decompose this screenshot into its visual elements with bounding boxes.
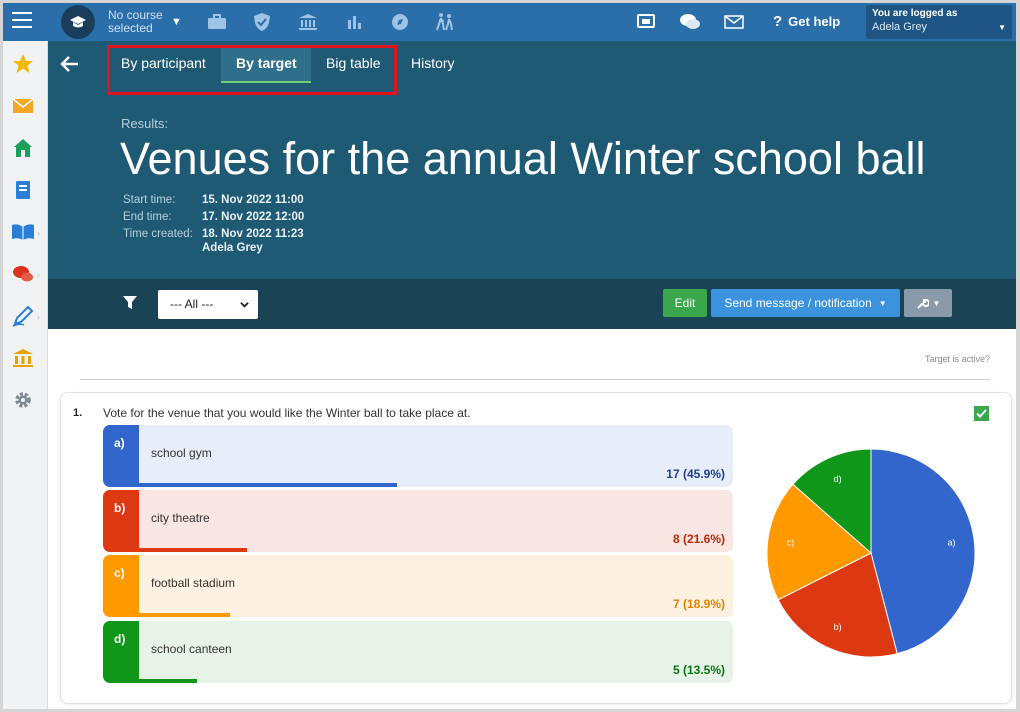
pie-slice-label: c) [787, 538, 795, 548]
edit-button[interactable]: Edit [663, 289, 707, 317]
start-time-value: 15. Nov 2022 11:00 [202, 194, 304, 206]
tools-button[interactable]: ▼ [904, 289, 952, 317]
chevron-down-icon: ▼ [998, 23, 1006, 32]
graduation-cap-icon[interactable] [61, 5, 95, 39]
school-building-icon[interactable] [11, 346, 35, 370]
answer-progress-bar [139, 613, 230, 617]
question-number: 1. [73, 407, 83, 419]
back-arrow-icon[interactable] [60, 55, 80, 78]
filter-select-value: --- All --- [170, 297, 214, 311]
discussion-icon[interactable] [11, 262, 35, 286]
chevron-right-icon: › [37, 312, 40, 322]
answer-letter-block [103, 490, 139, 552]
answer-row: c) football stadium 7 (18.9%) [103, 555, 733, 617]
target-active-label: Target is active? [924, 354, 990, 364]
tab-history[interactable]: History [411, 55, 455, 71]
answer-label: school canteen [151, 642, 232, 656]
chevron-down-icon[interactable]: ▼ [171, 16, 182, 28]
answer-row: b) city theatre 8 (21.6%) [103, 490, 733, 552]
course-selector-line2: selected [108, 21, 153, 35]
answer-label: football stadium [151, 576, 236, 590]
time-created-label: Time created: [123, 228, 193, 240]
pie-slice-label: a) [947, 538, 955, 548]
course-selector[interactable]: No course selected [108, 9, 163, 35]
answer-result: 8 (21.6%) [672, 532, 725, 546]
filter-icon[interactable] [122, 295, 138, 315]
compass-icon[interactable] [389, 11, 411, 33]
answer-result: 17 (45.9%) [666, 467, 725, 481]
pen-icon[interactable] [11, 304, 35, 328]
page-title: Venues for the annual Winter school ball [120, 133, 926, 184]
answer-row: a) school gym 17 (45.9%) [103, 425, 733, 487]
shield-icon[interactable] [251, 11, 273, 33]
pie-slice-label: d) [834, 474, 842, 484]
chevron-down-icon: ▼ [932, 298, 941, 308]
answer-letter: b) [114, 501, 126, 515]
chevron-right-icon: › [37, 228, 40, 238]
answer-row: d) school canteen 5 (13.5%) [103, 621, 733, 683]
results-label: Results: [121, 116, 168, 131]
results-content: Target is active? 1. Vote for the venue … [48, 329, 1016, 709]
answer-letter-block [103, 425, 139, 487]
answer-progress-bar [139, 548, 247, 552]
institution-icon[interactable] [297, 11, 319, 33]
answer-result: 7 (18.9%) [672, 597, 725, 611]
user-menu[interactable]: You are logged as Adela Grey ▼ [866, 5, 1012, 39]
checkmark-icon [976, 409, 987, 418]
question-text: Vote for the venue that you would like t… [103, 406, 471, 420]
notebook-icon[interactable] [11, 178, 35, 202]
answer-letter: c) [114, 566, 125, 580]
home-icon[interactable] [11, 136, 35, 160]
filter-bar: --- All --- Edit Send message / notifica… [48, 279, 1016, 329]
bar-chart-icon[interactable] [344, 11, 366, 33]
briefcase-icon[interactable] [206, 11, 228, 33]
logged-as-label: You are logged as [872, 8, 958, 19]
author-name: Adela Grey [202, 242, 263, 254]
wrench-icon [916, 298, 929, 309]
divider [80, 379, 990, 380]
open-book-icon[interactable] [11, 220, 35, 244]
chevron-right-icon: › [37, 270, 40, 280]
time-created-value: 18. Nov 2022 11:23 [202, 228, 304, 240]
end-time-label: End time: [123, 211, 172, 223]
logged-user-name: Adela Grey [872, 21, 928, 33]
gear-icon[interactable] [11, 388, 35, 412]
results-header: By participant By target Big table Histo… [48, 41, 1016, 279]
answer-letter: a) [114, 436, 125, 450]
question-card: 1. Vote for the venue that you would lik… [60, 392, 1012, 704]
app-window: No course selected ▼ ? Get help You are … [3, 3, 1016, 709]
answer-letter-block [103, 555, 139, 617]
end-time-value: 17. Nov 2022 12:00 [202, 211, 305, 223]
question-mark-icon: ? [773, 13, 783, 30]
answer-letter-block [103, 621, 139, 683]
star-icon[interactable] [11, 52, 35, 76]
chevron-down-icon: ▼ [878, 298, 887, 308]
mail-icon[interactable] [11, 94, 35, 118]
answer-result: 5 (13.5%) [672, 663, 725, 677]
answer-progress-bar [139, 679, 197, 683]
send-message-label: Send message / notification [724, 296, 872, 310]
envelope-icon[interactable] [723, 11, 745, 33]
sidebar: › › › [3, 41, 48, 709]
cast-icon[interactable] [635, 11, 657, 33]
chevron-down-icon [240, 302, 249, 308]
results-pie-chart: a) b) c) d) [766, 448, 976, 658]
pie-slice-label: b) [834, 622, 842, 632]
highlight-box [107, 45, 397, 95]
answer-letter: d) [114, 632, 126, 646]
hamburger-menu-icon[interactable] [12, 12, 32, 30]
checkbox-checked[interactable] [974, 406, 989, 421]
answer-progress-bar [139, 483, 397, 487]
get-help-label: Get help [788, 14, 841, 29]
chat-bubbles-icon[interactable] [679, 11, 701, 33]
filter-select[interactable]: --- All --- [158, 290, 258, 319]
people-walking-icon[interactable] [434, 11, 456, 33]
top-bar: No course selected ▼ ? Get help You are … [3, 3, 1016, 41]
answer-label: city theatre [151, 511, 210, 525]
send-message-button[interactable]: Send message / notification ▼ [711, 289, 900, 317]
start-time-label: Start time: [123, 194, 176, 206]
get-help-button[interactable]: ? Get help [773, 13, 840, 30]
answer-label: school gym [151, 446, 212, 460]
